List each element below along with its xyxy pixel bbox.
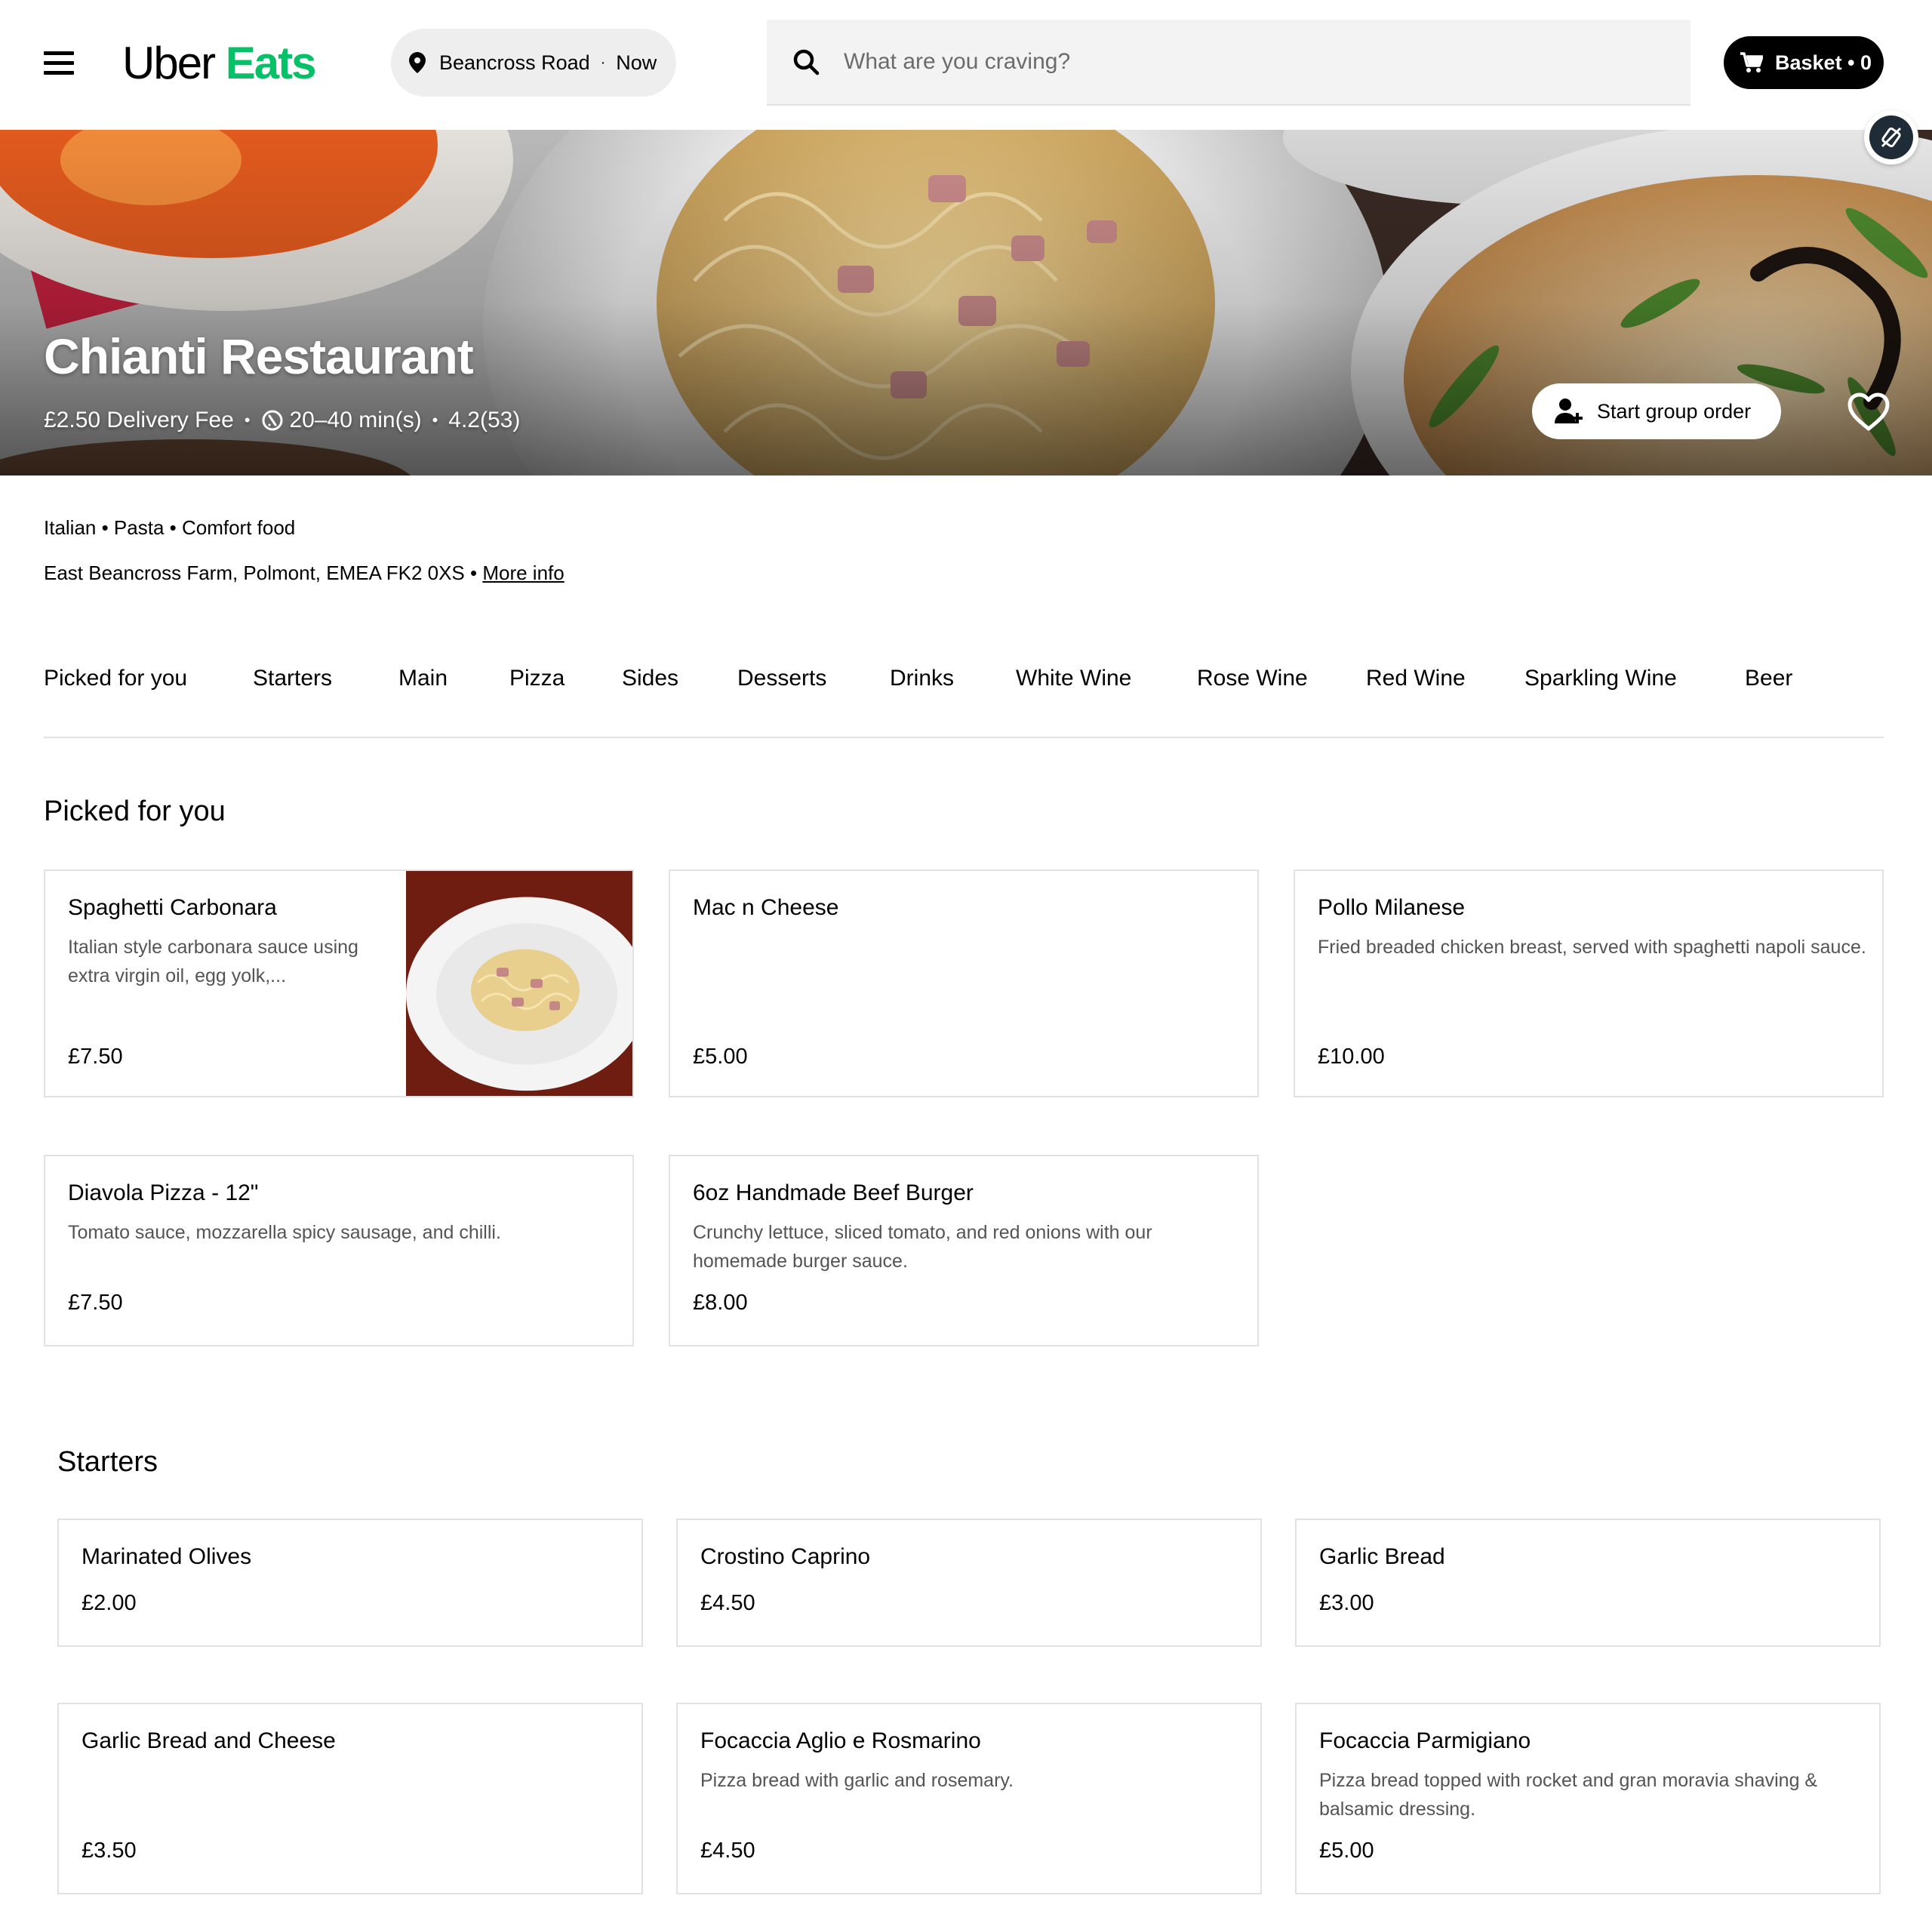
- item-price: £4.50: [700, 1591, 755, 1615]
- clock-icon: [262, 410, 282, 431]
- menu-category-nav: Picked for you Starters Main Pizza Sides…: [44, 666, 1884, 738]
- separator-dot: •: [244, 411, 251, 429]
- restaurant-address: East Beancross Farm, Polmont, EMEA FK2 0…: [44, 562, 565, 585]
- menu-item-card[interactable]: Garlic Bread £3.00: [1295, 1519, 1881, 1647]
- heart-icon[interactable]: [1847, 392, 1890, 432]
- item-name: Focaccia Aglio e Rosmarino: [700, 1728, 981, 1753]
- separator-dot: ·: [600, 54, 606, 71]
- item-description: Italian style carbonara sauce using extr…: [68, 937, 358, 986]
- tab-sparkling-wine[interactable]: Sparkling Wine: [1524, 666, 1677, 691]
- menu-item-card[interactable]: Marinated Olives £2.00: [57, 1519, 643, 1647]
- tab-red-wine[interactable]: Red Wine: [1366, 666, 1466, 691]
- item-description: Pizza bread with garlic and rosemary.: [700, 1770, 1014, 1791]
- basket-label: Basket • 0: [1775, 51, 1872, 74]
- location-pin-icon: [409, 52, 426, 73]
- item-price: £3.00: [1319, 1591, 1374, 1615]
- menu-item-card[interactable]: Focaccia Aglio e Rosmarino Pizza bread w…: [676, 1703, 1262, 1894]
- item-name: Marinated Olives: [82, 1544, 252, 1569]
- menu-item-card[interactable]: Mac n Cheese £5.00: [669, 869, 1259, 1097]
- item-description: Fried breaded chicken breast, served wit…: [1318, 937, 1866, 958]
- section-title-picked-for-you: Picked for you: [44, 796, 226, 827]
- item-price: £2.00: [82, 1591, 137, 1615]
- item-name: 6oz Handmade Beef Burger: [693, 1180, 974, 1205]
- separator-dot: •: [432, 411, 438, 429]
- item-price: £3.50: [82, 1839, 137, 1863]
- hide-banner-button[interactable]: [1864, 110, 1918, 165]
- item-name: Crostino Caprino: [700, 1544, 871, 1569]
- basket-button[interactable]: Basket • 0: [1724, 36, 1884, 89]
- tab-white-wine[interactable]: White Wine: [1016, 666, 1131, 691]
- restaurant-name: Chianti Restaurant: [44, 328, 474, 384]
- hide-icon: [1869, 115, 1913, 159]
- rating-count: (53): [480, 408, 521, 432]
- cart-icon: [1740, 52, 1763, 72]
- delivery-fee: £2.50 Delivery Fee: [44, 408, 234, 432]
- item-name: Spaghetti Carbonara: [68, 895, 277, 920]
- logo-eats-text: Eats: [225, 38, 317, 88]
- restaurant-hero-banner: Chianti Restaurant £2.50 Delivery Fee • …: [0, 130, 1932, 475]
- item-name: Mac n Cheese: [693, 895, 839, 920]
- tab-beer[interactable]: Beer: [1745, 666, 1792, 691]
- delivery-time-text: Now: [616, 51, 657, 74]
- location-text: Beancross Road: [439, 51, 590, 74]
- search-bar[interactable]: [767, 20, 1690, 106]
- search-input[interactable]: [844, 49, 1659, 75]
- restaurant-meta: £2.50 Delivery Fee • 20–40 min(s) • 4.2 …: [44, 408, 520, 433]
- menu-item-card[interactable]: Crostino Caprino £4.50: [676, 1519, 1262, 1647]
- menu-item-card[interactable]: Pollo Milanese Fried breaded chicken bre…: [1294, 869, 1884, 1097]
- item-price: £5.00: [1319, 1839, 1374, 1863]
- item-name: Diavola Pizza - 12": [68, 1180, 259, 1205]
- menu-item-card[interactable]: Focaccia Parmigiano Pizza bread topped w…: [1295, 1703, 1881, 1894]
- tab-rose-wine[interactable]: Rose Wine: [1197, 666, 1308, 691]
- menu-icon[interactable]: [44, 51, 74, 75]
- item-name: Garlic Bread and Cheese: [82, 1728, 336, 1753]
- menu-item-card[interactable]: Spaghetti Carbonara Italian style carbon…: [44, 869, 634, 1097]
- menu-item-card[interactable]: Diavola Pizza - 12" Tomato sauce, mozzar…: [44, 1155, 634, 1346]
- tab-pizza[interactable]: Pizza: [509, 666, 565, 691]
- uber-eats-logo[interactable]: Uber Eats: [122, 35, 317, 92]
- section-title-starters: Starters: [57, 1446, 158, 1478]
- item-price: £7.50: [68, 1291, 123, 1315]
- tab-sides[interactable]: Sides: [622, 666, 678, 691]
- more-info-link[interactable]: More info: [482, 562, 564, 584]
- item-description: Pizza bread topped with rocket and gran …: [1319, 1770, 1818, 1820]
- item-name: Garlic Bread: [1319, 1544, 1445, 1569]
- rating-value: 4.2: [448, 408, 480, 432]
- item-name: Focaccia Parmigiano: [1319, 1728, 1531, 1753]
- top-header: Uber Eats Beancross Road · Now Basket • …: [0, 0, 1932, 130]
- item-description: Tomato sauce, mozzarella spicy sausage, …: [68, 1222, 501, 1243]
- menu-item-card[interactable]: Garlic Bread and Cheese £3.50: [57, 1703, 643, 1894]
- add-person-icon: [1555, 399, 1583, 423]
- item-description: Crunchy lettuce, sliced tomato, and red …: [693, 1222, 1152, 1272]
- start-group-order-button[interactable]: Start group order: [1532, 383, 1781, 439]
- tab-drinks[interactable]: Drinks: [890, 666, 954, 691]
- group-order-label: Start group order: [1597, 399, 1752, 423]
- item-price: £5.00: [693, 1045, 748, 1069]
- item-price: £7.50: [68, 1045, 123, 1069]
- tab-starters[interactable]: Starters: [253, 666, 332, 691]
- item-price: £4.50: [700, 1839, 755, 1863]
- address-text: East Beancross Farm, Polmont, EMEA FK2 0…: [44, 562, 478, 584]
- menu-item-card[interactable]: 6oz Handmade Beef Burger Crunchy lettuce…: [669, 1155, 1259, 1346]
- item-price: £10.00: [1318, 1045, 1385, 1069]
- tab-main[interactable]: Main: [398, 666, 448, 691]
- delivery-location-button[interactable]: Beancross Road · Now: [391, 29, 676, 97]
- item-photo: [406, 871, 632, 1096]
- tab-desserts[interactable]: Desserts: [737, 666, 826, 691]
- item-price: £8.00: [693, 1291, 748, 1315]
- item-name: Pollo Milanese: [1318, 895, 1466, 920]
- tab-picked-for-you[interactable]: Picked for you: [44, 666, 187, 691]
- search-icon: [793, 49, 820, 75]
- logo-uber-text: Uber: [122, 38, 216, 88]
- delivery-eta: 20–40 min(s): [289, 408, 422, 432]
- cuisine-tags: Italian • Pasta • Comfort food: [44, 516, 296, 539]
